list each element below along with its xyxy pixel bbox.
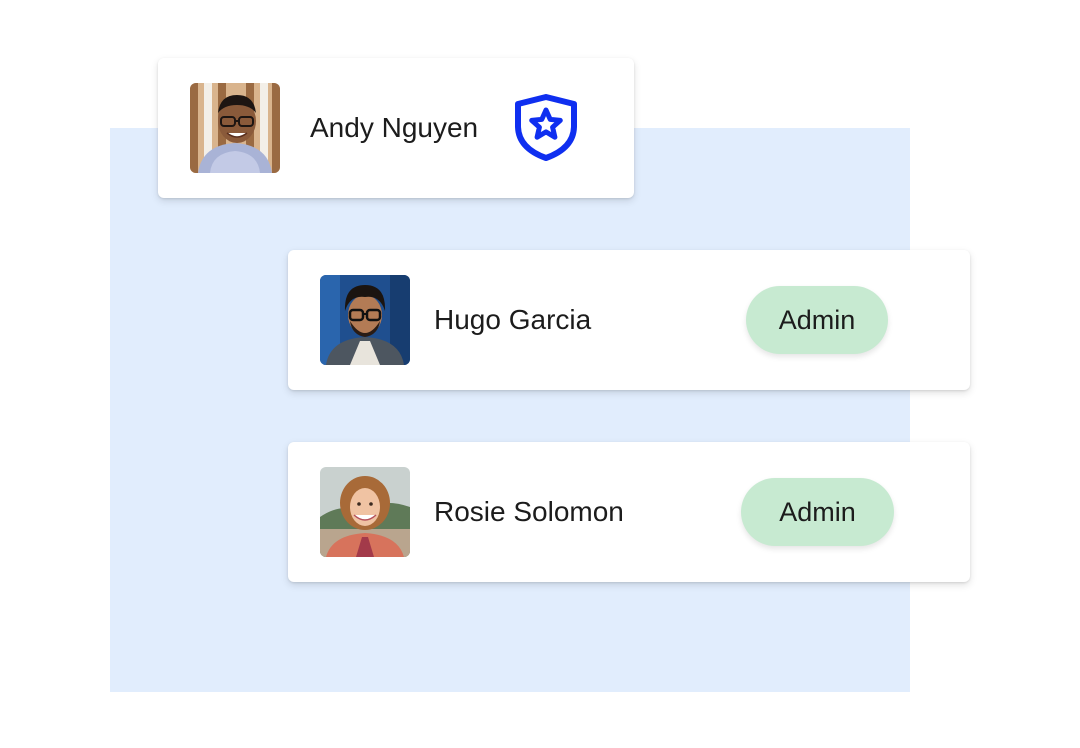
user-card-hugo-garcia[interactable]: Hugo Garcia Admin bbox=[288, 250, 970, 390]
user-name: Hugo Garcia bbox=[434, 304, 592, 335]
role-badge-admin[interactable]: Admin bbox=[746, 286, 888, 354]
avatar bbox=[320, 467, 410, 557]
user-name: Andy Nguyen bbox=[310, 112, 479, 143]
user-name: Rosie Solomon bbox=[434, 496, 624, 527]
background-panel bbox=[110, 128, 910, 692]
user-card-rosie-solomon[interactable]: Rosie Solomon Admin bbox=[288, 442, 970, 582]
user-card-andy-nguyen[interactable]: Andy Nguyen bbox=[158, 58, 634, 198]
avatar-andy-icon bbox=[190, 83, 280, 173]
avatar-hugo-icon bbox=[320, 275, 410, 365]
role-badge-admin[interactable]: Admin bbox=[741, 478, 894, 546]
shield-star-icon bbox=[513, 94, 579, 162]
avatar-rosie-icon bbox=[320, 467, 410, 557]
avatar bbox=[190, 83, 280, 173]
avatar bbox=[320, 275, 410, 365]
